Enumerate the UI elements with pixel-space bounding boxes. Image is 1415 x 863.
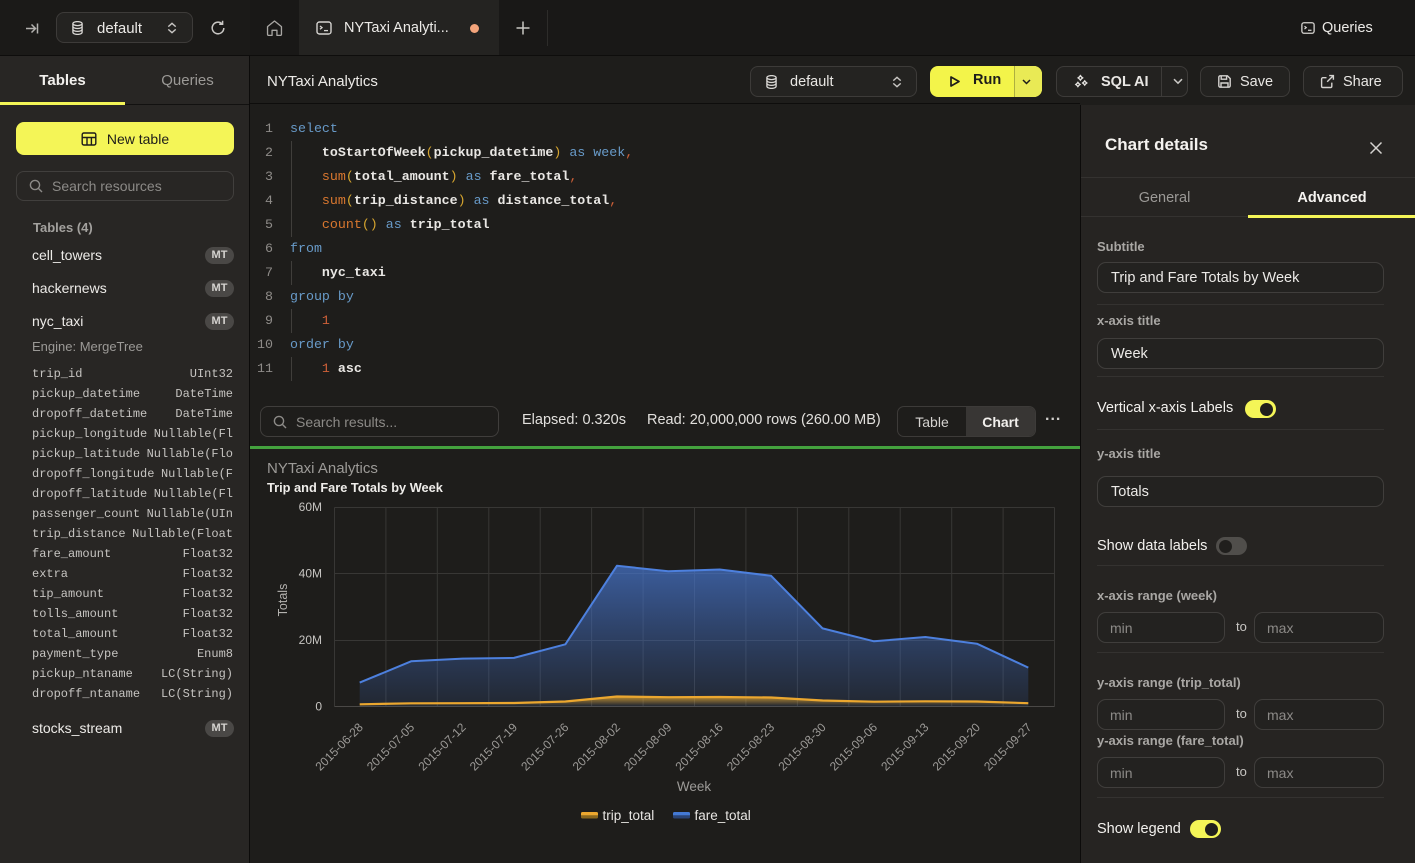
svg-text:2015-07-26: 2015-07-26 [518,720,572,774]
svg-text:2015-08-23: 2015-08-23 [724,720,778,774]
svg-text:2015-08-02: 2015-08-02 [570,720,624,774]
svg-text:2015-08-30: 2015-08-30 [775,720,829,774]
svg-text:2015-07-05: 2015-07-05 [364,720,418,774]
svg-text:2015-09-27: 2015-09-27 [981,720,1035,774]
svg-text:2015-08-09: 2015-08-09 [621,720,675,774]
svg-text:2015-09-06: 2015-09-06 [827,720,881,774]
svg-text:0: 0 [315,700,322,714]
svg-text:2015-07-19: 2015-07-19 [467,720,521,774]
svg-text:20M: 20M [299,633,322,647]
svg-text:60M: 60M [299,500,322,514]
svg-text:fare_total: fare_total [695,808,751,823]
svg-text:Totals: Totals [276,584,290,617]
svg-text:2015-09-20: 2015-09-20 [930,720,984,774]
svg-text:2015-06-28: 2015-06-28 [313,720,367,774]
svg-text:40M: 40M [299,567,322,581]
svg-text:2015-08-16: 2015-08-16 [673,720,727,774]
svg-text:trip_total: trip_total [603,808,655,823]
svg-text:2015-07-12: 2015-07-12 [415,720,469,774]
svg-text:2015-09-13: 2015-09-13 [878,720,932,774]
svg-text:Week: Week [677,779,712,794]
